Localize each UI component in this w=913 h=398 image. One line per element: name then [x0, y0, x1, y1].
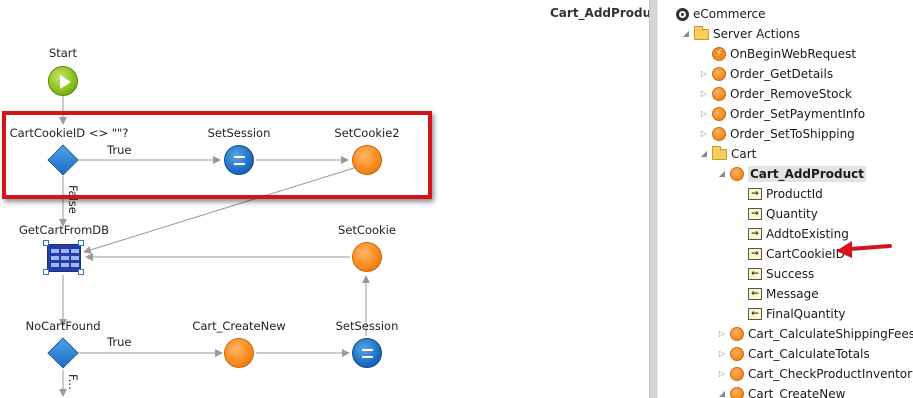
tree-item-label: Order_GetDetails	[730, 67, 834, 81]
collapsed-arrow-icon[interactable]: ▷	[699, 109, 709, 119]
cart-create-node[interactable]	[224, 338, 254, 368]
resize-handle[interactable]	[43, 269, 49, 275]
tree-item-label: Message	[766, 287, 819, 301]
tree-item[interactable]: ◢ Server Actions	[683, 24, 800, 44]
collapsed-arrow-icon[interactable]: ▷	[717, 369, 727, 379]
module-tree[interactable]: eCommerce ◢ Server Actions ⚡ OnBeginWebReque…	[658, 0, 913, 398]
assign-icon	[362, 349, 373, 358]
resize-handle[interactable]	[78, 240, 84, 246]
output-parameter-icon: ←	[748, 288, 762, 300]
splitter-bar[interactable]	[649, 0, 658, 398]
start-node-label: Start	[48, 46, 78, 60]
collapsed-arrow-icon[interactable]: ▷	[717, 349, 727, 359]
set-session-node-2[interactable]	[352, 338, 382, 368]
tree-item[interactable]: ▷ Order_SetToShipping	[701, 124, 855, 144]
resize-handle[interactable]	[78, 269, 84, 275]
tree-item-label: FinalQuantity	[766, 307, 846, 321]
tree-item-label: Quantity	[766, 207, 818, 221]
expanded-arrow-icon[interactable]: ◢	[717, 389, 727, 398]
tree-item[interactable]: ← Message	[748, 284, 819, 304]
tree-item[interactable]: → ProductId	[748, 184, 823, 204]
expanded-arrow-icon[interactable]: ◢	[699, 149, 709, 159]
action-icon	[730, 327, 744, 341]
annotation-arrow	[836, 241, 892, 258]
tree-item[interactable]: ◢ Cart_CreateNew	[719, 384, 846, 398]
tree-item[interactable]: → Quantity	[748, 204, 818, 224]
resize-handle[interactable]	[43, 240, 49, 246]
true-branch-label-2: True	[107, 335, 132, 349]
tree-item-label: Server Actions	[713, 27, 800, 41]
collapsed-arrow-icon[interactable]: ▷	[699, 89, 709, 99]
collapsed-arrow-icon[interactable]: ▷	[699, 69, 709, 79]
action-icon	[730, 347, 744, 361]
tree-item[interactable]: ▷ Cart_CalculateShippingFees	[719, 324, 913, 344]
start-node[interactable]	[48, 66, 78, 96]
tree-item-label: Cart	[731, 147, 757, 161]
expanded-arrow-icon[interactable]: ◢	[681, 29, 691, 39]
action-icon	[730, 387, 744, 398]
tree-item-label: ProductId	[766, 187, 823, 201]
expanded-arrow-icon[interactable]: ◢	[717, 169, 727, 179]
tree-item[interactable]: ▷ Order_GetDetails	[701, 64, 834, 84]
set-cookie-label: SetCookie	[338, 223, 396, 237]
tree-item-label: Cart_CheckProductInventory	[748, 367, 913, 381]
tree-item-label: Cart_CalculateTotals	[748, 347, 870, 361]
tree-item[interactable]: ▷ Order_RemoveStock	[701, 84, 853, 104]
collapsed-arrow-icon[interactable]: ▷	[717, 329, 727, 339]
tree-item[interactable]: ▷ Cart_CalculateTotals	[719, 344, 870, 364]
play-icon	[60, 75, 71, 89]
get-cart-label: GetCartFromDB	[18, 223, 110, 237]
set-session-label-2: SetSession	[335, 319, 399, 333]
false-branch-label-2: F...	[66, 374, 80, 390]
tree-item-label: Order_SetPaymentInfo	[730, 107, 866, 121]
output-parameter-icon: ←	[748, 308, 762, 320]
tree-item[interactable]: eCommerce	[676, 4, 766, 24]
action-icon	[712, 87, 726, 101]
highlight-box	[2, 111, 432, 199]
tree-item-label: Cart_CalculateShippingFees	[748, 327, 913, 341]
tree-item-label: Order_SetToShipping	[730, 127, 855, 141]
flow-connectors	[59, 96, 370, 397]
if-no-cart-label: NoCartFound	[25, 319, 101, 333]
collapsed-arrow-icon[interactable]: ▷	[699, 129, 709, 139]
module-icon	[676, 7, 689, 21]
input-parameter-icon: →	[748, 228, 762, 240]
tree-item[interactable]: → CartCookieID	[748, 244, 845, 264]
action-icon	[712, 127, 726, 141]
canvas-title: Cart_AddProduct	[550, 6, 652, 20]
get-cart-aggregate-node[interactable]	[47, 244, 81, 272]
tree-item[interactable]: ◢ Cart	[701, 144, 757, 164]
action-icon	[730, 167, 744, 181]
output-parameter-icon: ←	[748, 268, 762, 280]
flow-canvas[interactable]: Start CartCookieID <> ""? True False Set…	[0, 0, 652, 398]
action-icon	[712, 107, 726, 121]
set-cookie-node[interactable]	[352, 242, 382, 272]
tree-item[interactable]: ◢ Cart_AddProduct	[719, 164, 866, 184]
tree-item-label: Success	[766, 267, 815, 281]
folder-icon	[712, 145, 727, 160]
tree-item-label: eCommerce	[693, 7, 766, 21]
tree-item-label: Cart_AddProduct	[748, 166, 866, 182]
cart-create-label: Cart_CreateNew	[192, 319, 286, 333]
input-parameter-icon: →	[748, 188, 762, 200]
tree-item-label: Order_RemoveStock	[730, 87, 853, 101]
input-parameter-icon: →	[748, 248, 762, 260]
input-parameter-icon: →	[748, 208, 762, 220]
tree-item[interactable]: ▷ Cart_CheckProductInventory	[719, 364, 913, 384]
folder-icon	[694, 25, 709, 40]
event-icon: ⚡	[712, 47, 726, 61]
tree-item[interactable]: ← Success	[748, 264, 814, 284]
action-icon	[712, 67, 726, 81]
action-icon	[730, 367, 744, 381]
tree-item-label: OnBeginWebRequest	[730, 47, 857, 61]
tree-item-label: Cart_CreateNew	[748, 387, 846, 398]
tree-item[interactable]: ⚡ OnBeginWebRequest	[712, 44, 856, 64]
tree-item[interactable]: ▷ Order_SetPaymentInfo	[701, 104, 866, 124]
tree-item[interactable]: ← FinalQuantity	[748, 304, 846, 324]
